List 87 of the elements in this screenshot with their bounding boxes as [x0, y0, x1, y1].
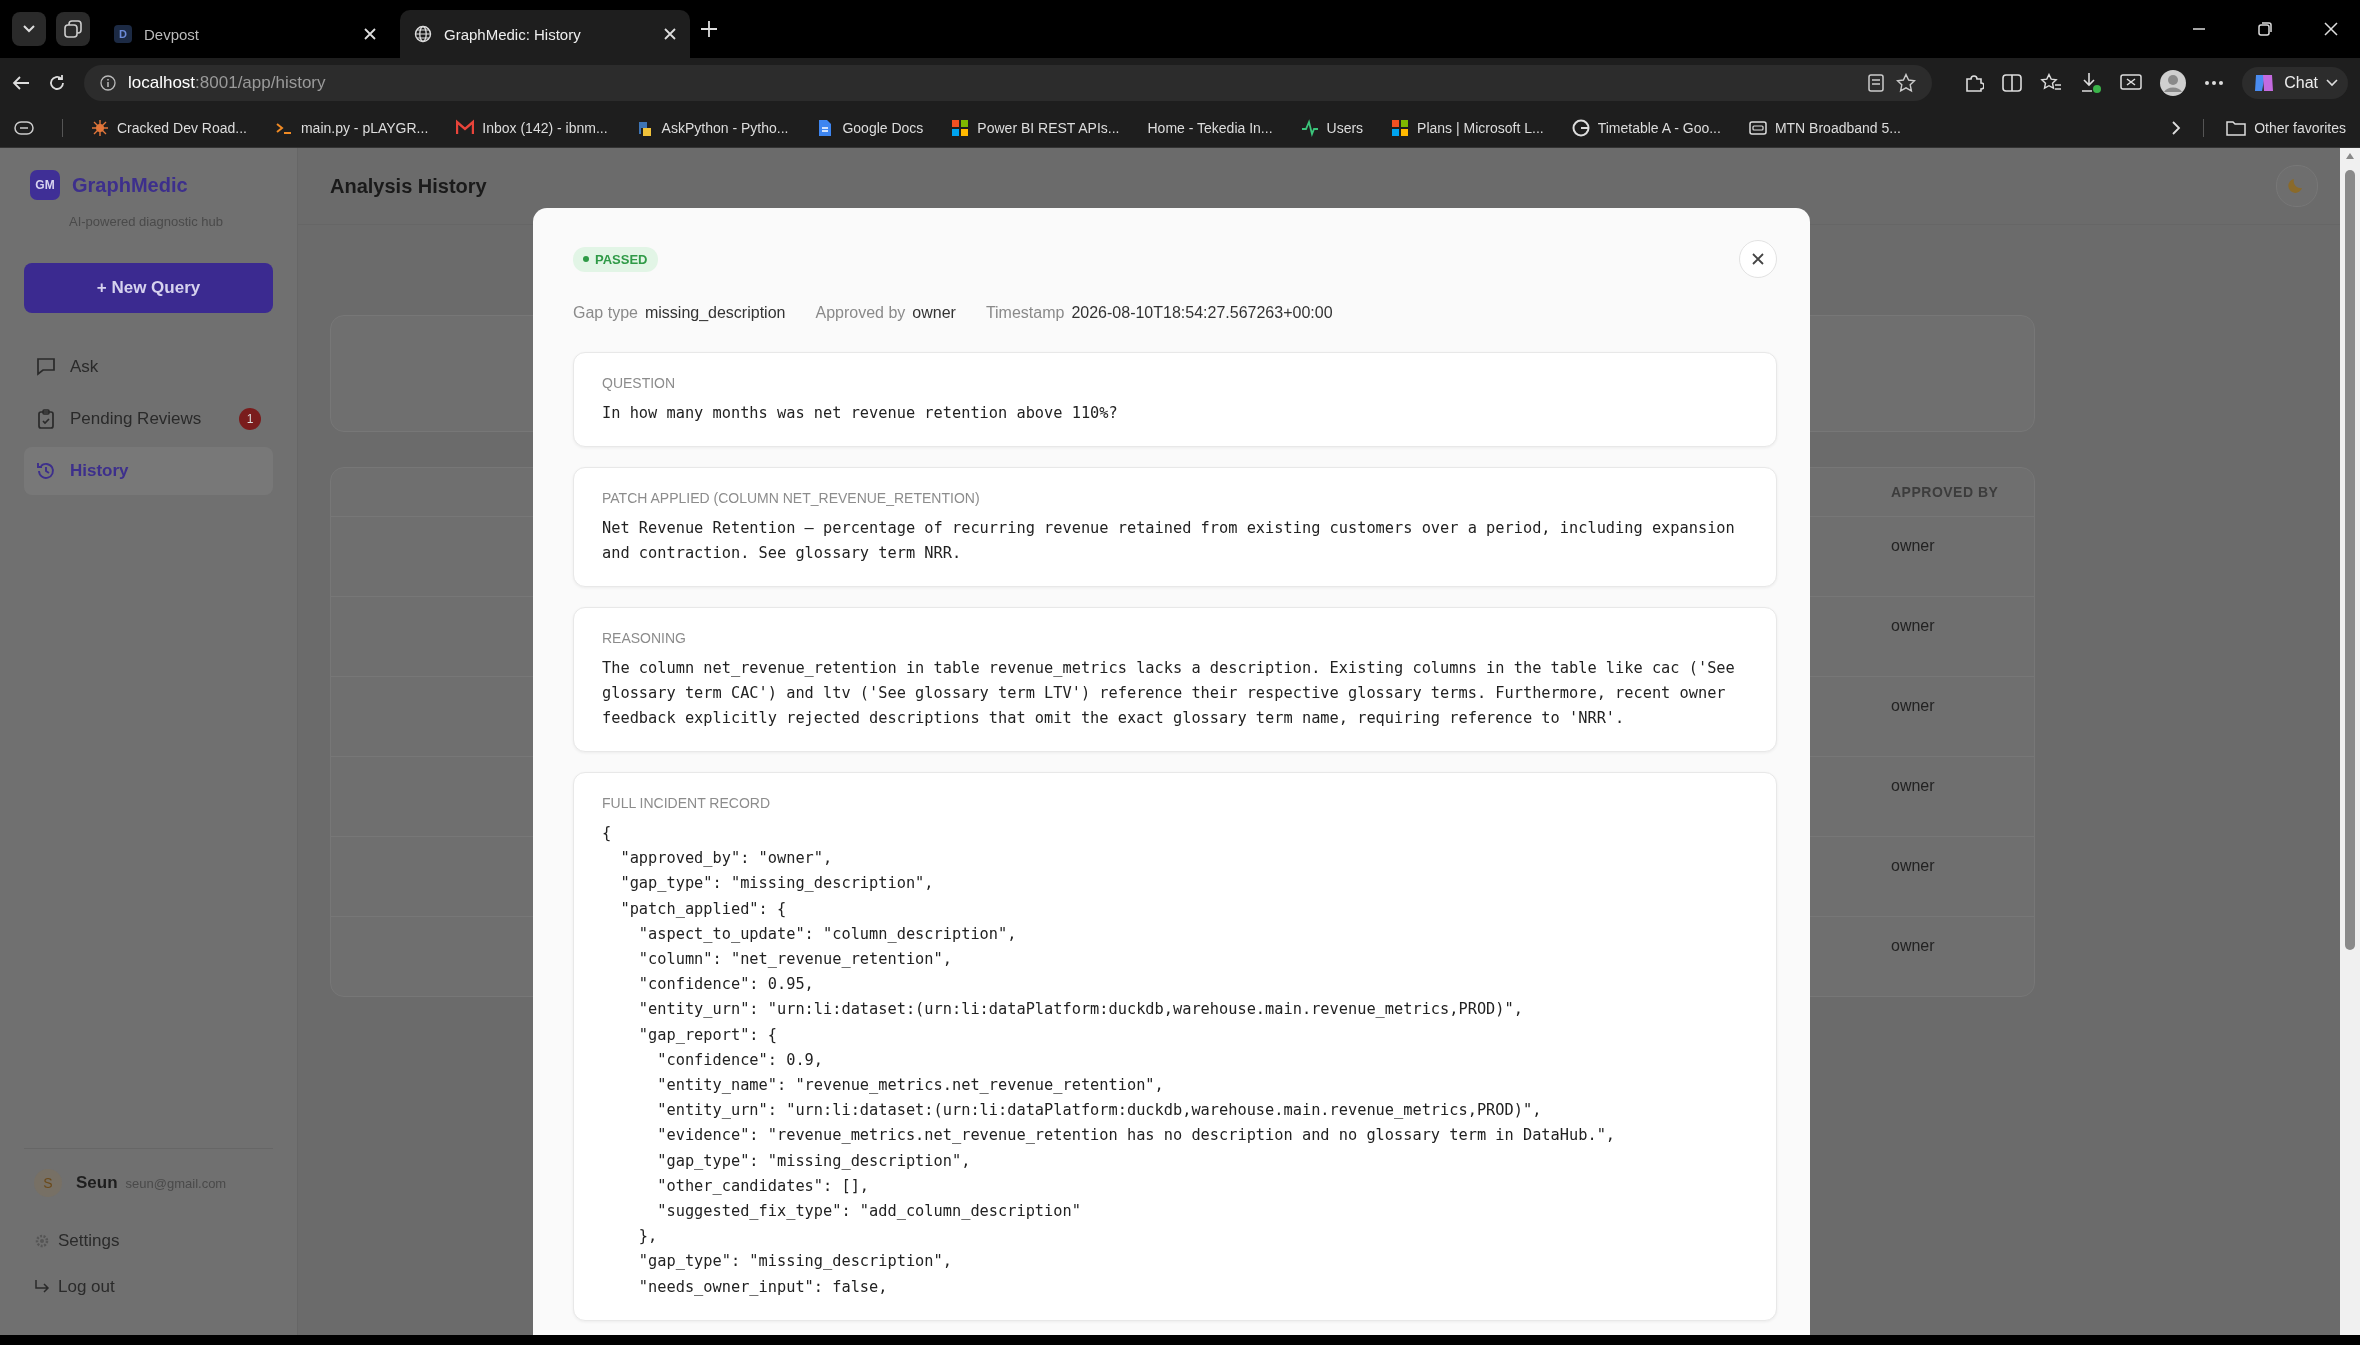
table-cell-text: owner	[1891, 856, 1936, 876]
logout-arrow-icon	[34, 1279, 50, 1295]
clipboard-check-icon	[36, 409, 56, 429]
table-cell-text: owner	[1891, 696, 1936, 716]
bookmark-link[interactable]: Home - Tekedia In...	[1147, 119, 1273, 136]
meta-value: missing_description	[644, 304, 786, 322]
chevron-down-icon	[2326, 79, 2338, 87]
mail-icon	[456, 118, 475, 137]
reading-list-icon[interactable]	[14, 120, 34, 135]
table-cell-text: owner	[1891, 936, 1936, 956]
split-screen-icon[interactable]	[2002, 74, 2023, 92]
count-badge: 1	[239, 408, 261, 430]
section-text: The column net_revenue_retention in table revenue_metrics lacks a description. Existing columns in the table like cac ('See glossary term CAC') and ltv ('See glossary term LTV') reference their respective glossary terms. Furthermore, recent owner feedback explicitly rejected descriptions that omit the exact glossary term name, requiring reference to 'NRR'.	[602, 658, 1736, 729]
folder-icon	[2226, 119, 2247, 136]
nav-item[interactable]: Pending Reviews 1	[24, 395, 273, 443]
reload-icon[interactable]	[48, 74, 66, 92]
new-query-button[interactable]: + New Query	[24, 263, 273, 313]
meta-label: Gap type	[573, 304, 638, 322]
four-squares-icon	[951, 118, 970, 137]
profile-avatar-icon[interactable]	[2160, 70, 2187, 96]
scrollbar-thumb[interactable]	[2345, 170, 2355, 950]
four-squares-icon	[1391, 118, 1410, 137]
screenshot-icon[interactable]	[2120, 73, 2143, 93]
bookmark-link[interactable]: Users	[1300, 118, 1364, 137]
reader-icon[interactable]	[1868, 74, 1885, 92]
download-icon[interactable]	[2080, 72, 2103, 94]
address-field[interactable]: localhost:8001/app/history	[84, 65, 1933, 101]
page-title: Analysis History	[330, 174, 487, 198]
table-cell-text: owner	[1891, 616, 1936, 636]
meta-value: 2026-08-10T18:54:27.567263+00:00	[1071, 304, 1333, 322]
pulse-icon	[1300, 118, 1319, 137]
stacked-squares-icon[interactable]	[64, 20, 82, 38]
chat-button[interactable]: Chat	[2242, 67, 2348, 99]
letter-g-icon	[1571, 118, 1590, 137]
close-icon	[1752, 252, 1764, 265]
bookmark-link[interactable]: main.py - pLAYGR...	[274, 118, 429, 137]
meta-value: owner	[912, 304, 956, 322]
tab-favicon: D	[114, 25, 132, 43]
bookmark-link[interactable]: MTN Broadband 5...	[1748, 118, 1901, 137]
user-avatar: S	[34, 1169, 62, 1197]
section-label: QUESTION	[602, 375, 677, 391]
brand-name: GraphMedic	[72, 173, 188, 197]
more-icon[interactable]	[2204, 80, 2225, 86]
section-text: In how many months was net revenue retention above 110%?	[602, 403, 1119, 424]
close-button[interactable]	[1739, 240, 1777, 278]
close-icon[interactable]	[664, 28, 676, 40]
table-cell-text: owner	[1891, 776, 1936, 796]
bookmark-folder[interactable]: Other favorites	[2226, 119, 2346, 136]
chevron-right-icon[interactable]	[2171, 119, 2182, 136]
scroll-up-icon	[2345, 152, 2355, 160]
bookmark-link[interactable]: Google Docs	[816, 118, 924, 137]
close-icon[interactable]	[364, 28, 376, 40]
starburst-icon	[91, 118, 109, 137]
settings-icon	[34, 1233, 50, 1249]
favorites-icon[interactable]	[2040, 73, 2063, 93]
bookmark-link[interactable]: Power BI REST APIs...	[951, 118, 1120, 137]
status-badge: PASSED	[573, 246, 658, 272]
scrollbar[interactable]	[2340, 148, 2360, 1335]
globe-icon	[414, 25, 432, 43]
bookmark-link[interactable]: Cracked Dev Road...	[91, 118, 247, 137]
close-icon[interactable]	[2324, 22, 2338, 36]
user-name: Seun	[76, 1173, 118, 1193]
history-icon	[36, 461, 56, 481]
chat-bubble-icon	[36, 357, 56, 377]
router-icon	[1748, 118, 1767, 137]
puzzle-icon[interactable]	[1964, 73, 1985, 93]
back-icon[interactable]	[12, 75, 30, 91]
bookmark-link[interactable]: Timetable A - Goo...	[1571, 118, 1721, 137]
meta-label: Timestamp	[985, 304, 1065, 322]
star-icon[interactable]	[1896, 73, 1917, 93]
section-text: Net Revenue Retention — percentage of recurring revenue retained from existing customers over a period, including expansion and contraction. See glossary term NRR.	[602, 518, 1736, 564]
bookmark-link[interactable]: Plans | Microsoft L...	[1391, 118, 1544, 137]
restore-icon[interactable]	[2258, 22, 2272, 36]
bookmark-link[interactable]: Inbox (142) - ibnm...	[456, 118, 608, 137]
info-icon	[100, 75, 116, 91]
meta-label: Approved by	[815, 304, 906, 322]
section-label: REASONING	[602, 630, 687, 646]
theme-toggle[interactable]	[2276, 165, 2318, 207]
browser-tab[interactable]: GraphMedic: History	[400, 10, 690, 58]
bookmark-link[interactable]: AskPython - Pytho...	[635, 118, 789, 137]
json-text: { "approved_by": "owner", "gap_type": "missing_description", "patch_applied": { "aspect_to_update": "column_description", "column": "net_revenue_retention", "confidence": 0.95, "entity_urn": "urn:li:dataset:(urn:li:dataPlatform:duckdb,warehouse.main.revenue_metrics,PROD)", "gap_report": { "confidence": 0.9, "entity_name": "revenue_metrics.net_revenue_retention", "entity_urn": "urn:li:dataset:(urn:li:dataPlatform:duckdb,warehouse.main.revenue_metrics,PROD)", "evidence": "revenue_metrics.net_revenue_retention has no description and no glossary term in DataHub.", "gap_type": "missing_description", "other_candidates": [], "suggested_fix_type": "add_column_description" }, "gap_type": "missing_description", "needs_owner_input": false,	[602, 823, 1617, 1298]
plus-icon[interactable]	[700, 20, 718, 38]
logo-badge: GM	[30, 170, 60, 200]
section-label: FULL INCIDENT RECORD	[602, 795, 772, 811]
section-label: PATCH APPLIED (COLUMN NET_REVENUE_RETENTION)	[602, 490, 981, 506]
table-cell-text: owner	[1891, 536, 1936, 556]
chevron-down-icon[interactable]	[22, 24, 36, 34]
